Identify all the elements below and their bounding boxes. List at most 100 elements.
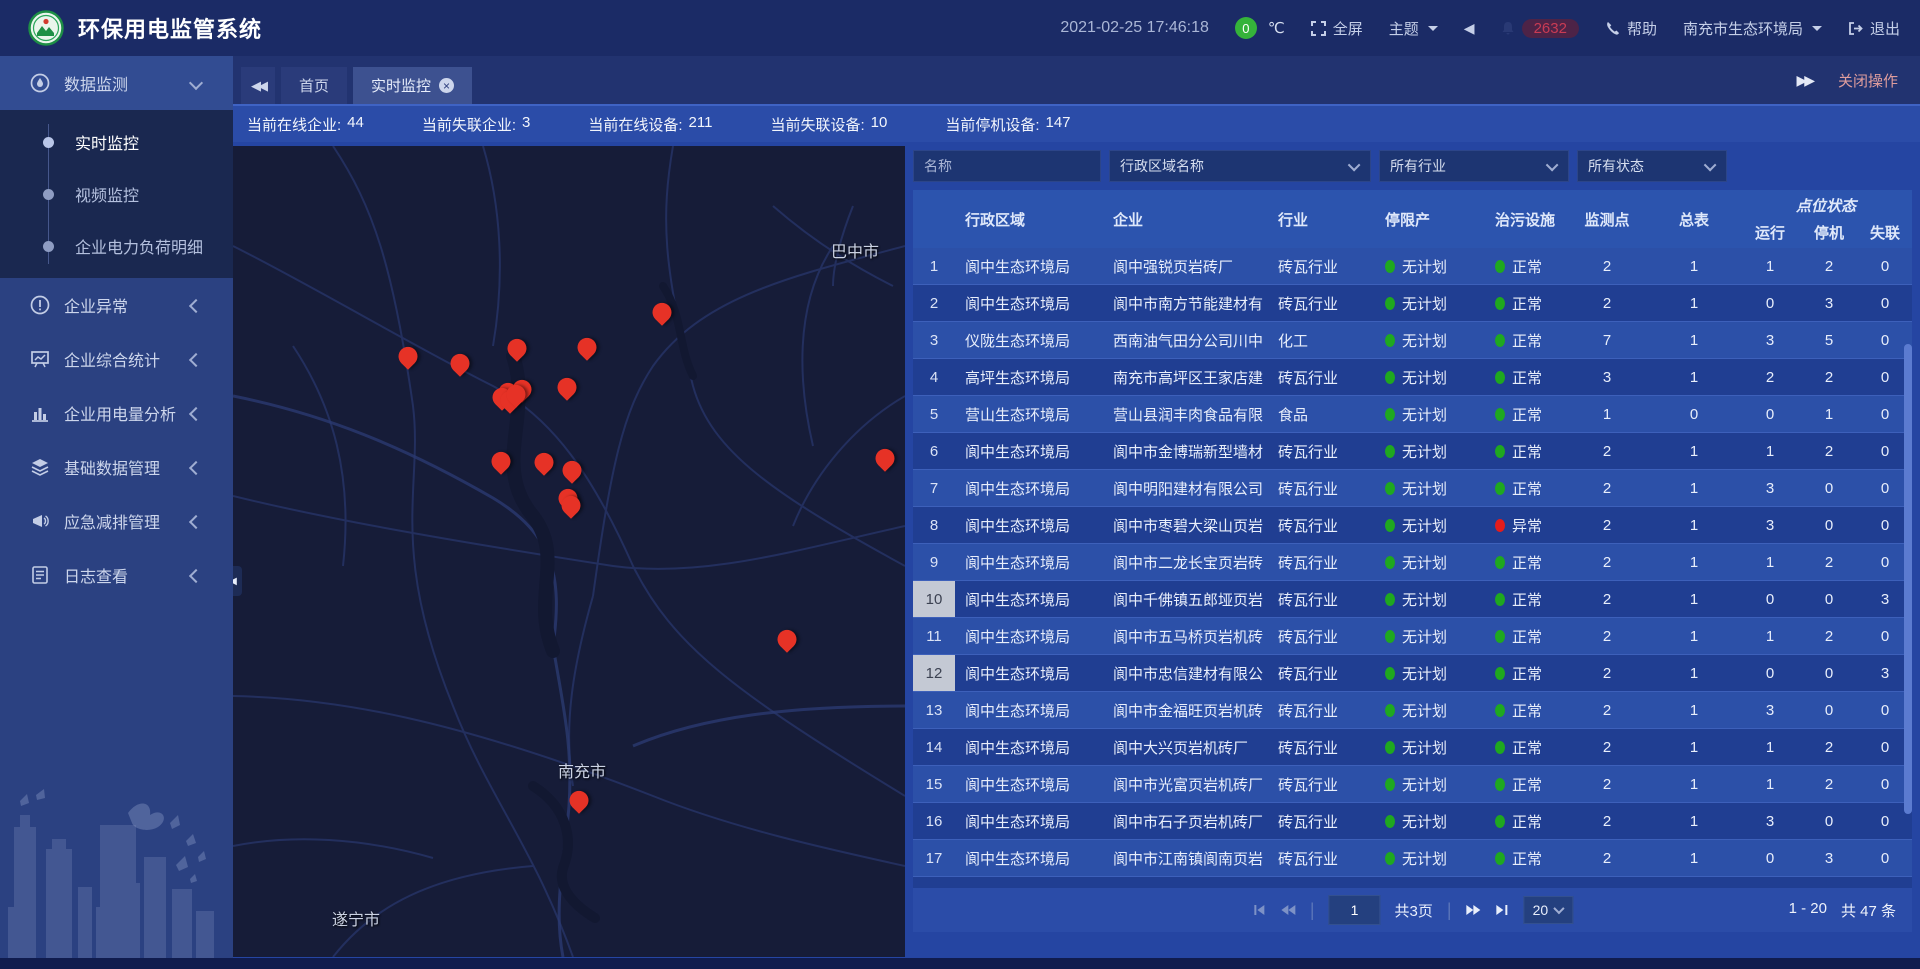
help-button[interactable]: 帮助 bbox=[1605, 18, 1657, 39]
table-row[interactable]: 12 阆中生态环境局 阆中市忠信建材有限公 砖瓦行业 无计划 正常 2 bbox=[913, 655, 1912, 692]
table-row[interactable]: 14 阆中生态环境局 阆中大兴页岩机砖厂 砖瓦行业 无计划 正常 2 bbox=[913, 729, 1912, 766]
table-row[interactable]: 9 阆中生态环境局 阆中市二龙长宝页岩砖 砖瓦行业 无计划 正常 2 bbox=[913, 544, 1912, 581]
page-number-input[interactable] bbox=[1329, 895, 1381, 925]
row-halt: 2 bbox=[1801, 618, 1857, 654]
row-company: 阆中市五马桥页岩机砖 bbox=[1103, 618, 1268, 654]
row-industry: 砖瓦行业 bbox=[1268, 840, 1375, 876]
row-facility: 异常 bbox=[1485, 507, 1565, 543]
temperature-unit: ℃ bbox=[1268, 19, 1285, 37]
table-row[interactable]: 3 仪陇生态环境局 西南油气田分公司川中 化工 无计划 正常 7 bbox=[913, 322, 1912, 359]
sidebar-item-power-load-detail[interactable]: 企业电力负荷明细 bbox=[0, 220, 233, 272]
org-dropdown[interactable]: 南充市生态环境局 bbox=[1683, 18, 1822, 39]
row-plan: 无计划 bbox=[1375, 433, 1485, 469]
notifications[interactable]: 2632 bbox=[1501, 19, 1579, 38]
row-points: 2 bbox=[1565, 692, 1649, 728]
mute-button[interactable] bbox=[1464, 20, 1475, 37]
row-meters: 0 bbox=[1649, 877, 1739, 888]
close-tab-icon[interactable] bbox=[439, 78, 454, 93]
page-size-select[interactable]: 20 bbox=[1524, 896, 1574, 924]
temperature-badge: 0 bbox=[1235, 17, 1257, 39]
industry-filter-select[interactable]: 所有行业 bbox=[1379, 150, 1569, 182]
next-page-button[interactable] bbox=[1466, 904, 1482, 916]
tab-realtime-monitor[interactable]: 实时监控 bbox=[353, 67, 472, 104]
col-halt: 停机 bbox=[1801, 222, 1857, 243]
last-page-button[interactable] bbox=[1496, 904, 1510, 916]
facility-status-dot bbox=[1495, 408, 1505, 421]
fullscreen-button[interactable]: 全屏 bbox=[1311, 18, 1363, 39]
sidebar-item-power-analysis[interactable]: 企业用电量分析 bbox=[0, 386, 233, 440]
tabs-scroll-right-button[interactable]: ▶▶ bbox=[1796, 72, 1812, 89]
table-row[interactable]: 1 阆中生态环境局 阆中强锐页岩砖厂 砖瓦行业 无计划 正常 2 bbox=[913, 248, 1912, 285]
table-row[interactable]: 10 阆中生态环境局 阆中千佛镇五郎垭页岩 砖瓦行业 无计划 正常 2 bbox=[913, 581, 1912, 618]
row-company: 阆中市石子页岩机砖厂 bbox=[1103, 803, 1268, 839]
row-plan: 无计划 bbox=[1375, 655, 1485, 691]
row-points: 2 bbox=[1565, 618, 1649, 654]
plan-status-dot bbox=[1385, 667, 1395, 680]
table-row[interactable]: 2 阆中生态环境局 阆中市南方节能建材有 砖瓦行业 无计划 正常 2 bbox=[913, 285, 1912, 322]
theme-dropdown[interactable]: 主题 bbox=[1389, 18, 1438, 39]
row-meters: 1 bbox=[1649, 507, 1739, 543]
table-row[interactable]: 4 高坪生态环境局 南充市高坪区王家店建 砖瓦行业 无计划 正常 3 bbox=[913, 359, 1912, 396]
row-run: 1 bbox=[1739, 766, 1801, 802]
tabs-scroll-left-button[interactable]: ◀◀ bbox=[241, 67, 275, 104]
sidebar-item-data-monitoring[interactable]: 数据监测 bbox=[0, 56, 233, 110]
total-count-label: 共 47 条 bbox=[1841, 900, 1896, 921]
status-filter-select[interactable]: 所有状态 bbox=[1577, 150, 1727, 182]
row-plan: 无计划 bbox=[1375, 729, 1485, 765]
sidebar-item-base-data[interactable]: 基础数据管理 bbox=[0, 440, 233, 494]
col-run: 运行 bbox=[1739, 222, 1801, 243]
col-lost: 失联 bbox=[1857, 222, 1913, 243]
prev-page-button[interactable] bbox=[1280, 904, 1296, 916]
table-row[interactable]: 18 南部生态环境局 南部县双华水泥有限公 建材加工 无计划 正常 6 bbox=[913, 877, 1912, 888]
sidebar-item-log-view[interactable]: 日志查看 bbox=[0, 548, 233, 602]
sidebar-item-enterprise-anomaly[interactable]: 企业异常 bbox=[0, 278, 233, 332]
table-row[interactable]: 6 阆中生态环境局 阆中市金博瑞新型墙材 砖瓦行业 无计划 正常 2 bbox=[913, 433, 1912, 470]
row-halt: 3 bbox=[1801, 840, 1857, 876]
row-halt: 0 bbox=[1801, 803, 1857, 839]
facility-status-dot bbox=[1495, 260, 1505, 273]
tab-home[interactable]: 首页 bbox=[281, 67, 347, 104]
row-facility: 正常 bbox=[1485, 322, 1565, 358]
close-operations-button[interactable]: 关闭操作 bbox=[1838, 70, 1898, 91]
name-filter-input[interactable] bbox=[913, 150, 1101, 182]
row-industry: 砖瓦行业 bbox=[1268, 507, 1375, 543]
row-halt: 2 bbox=[1801, 766, 1857, 802]
chevron-left-icon bbox=[189, 569, 203, 583]
table-row[interactable]: 13 阆中生态环境局 阆中市金福旺页岩机砖 砖瓦行业 无计划 正常 2 bbox=[913, 692, 1912, 729]
table-row[interactable]: 16 阆中生态环境局 阆中市石子页岩机砖厂 砖瓦行业 无计划 正常 2 bbox=[913, 803, 1912, 840]
table-row[interactable]: 11 阆中生态环境局 阆中市五马桥页岩机砖 砖瓦行业 无计划 正常 2 bbox=[913, 618, 1912, 655]
table-row[interactable]: 5 营山生态环境局 营山县润丰肉食品有限 食品 无计划 正常 1 bbox=[913, 396, 1912, 433]
col-meters: 总表 bbox=[1649, 209, 1739, 230]
table-row[interactable]: 17 阆中生态环境局 阆中市江南镇阆南页岩 砖瓦行业 无计划 正常 2 bbox=[913, 840, 1912, 877]
table-row[interactable]: 7 阆中生态环境局 阆中明阳建材有限公司 砖瓦行业 无计划 正常 2 bbox=[913, 470, 1912, 507]
row-index: 13 bbox=[913, 692, 955, 728]
row-index: 2 bbox=[913, 285, 955, 321]
row-industry: 砖瓦行业 bbox=[1268, 285, 1375, 321]
row-plan: 无计划 bbox=[1375, 840, 1485, 876]
facility-status-dot bbox=[1495, 482, 1505, 495]
plan-status-dot bbox=[1385, 260, 1395, 273]
row-meters: 0 bbox=[1649, 396, 1739, 432]
collapse-sidebar-button[interactable]: ◀ bbox=[233, 566, 242, 596]
megaphone-icon bbox=[30, 511, 50, 531]
sidebar-item-enterprise-statistics[interactable]: 企业综合统计 bbox=[0, 332, 233, 386]
first-page-button[interactable] bbox=[1252, 904, 1266, 916]
table-row[interactable]: 8 阆中生态环境局 阆中市枣碧大梁山页岩 砖瓦行业 无计划 异常 2 bbox=[913, 507, 1912, 544]
row-halt: 5 bbox=[1801, 322, 1857, 358]
map-panel[interactable]: 巴中市南充市遂宁市 ◀ bbox=[233, 146, 905, 957]
sidebar-submenu: 实时监控 视频监控 企业电力负荷明细 bbox=[0, 110, 233, 278]
facility-status-dot bbox=[1495, 630, 1505, 643]
chevron-left-icon bbox=[189, 353, 203, 367]
logout-button[interactable]: 退出 bbox=[1848, 18, 1900, 39]
sidebar-item-emergency-reduction[interactable]: 应急减排管理 bbox=[0, 494, 233, 548]
row-company: 阆中大兴页岩机砖厂 bbox=[1103, 729, 1268, 765]
sidebar-item-realtime-monitor[interactable]: 实时监控 bbox=[0, 116, 233, 168]
stat-item: 当前失联企业: 3 bbox=[422, 114, 531, 135]
sidebar-item-video-monitor[interactable]: 视频监控 bbox=[0, 168, 233, 220]
row-region: 营山生态环境局 bbox=[955, 396, 1103, 432]
table-scrollbar[interactable] bbox=[1904, 344, 1912, 814]
region-filter-select[interactable]: 行政区域名称 bbox=[1109, 150, 1371, 182]
row-halt: 0 bbox=[1801, 507, 1857, 543]
row-company: 西南油气田分公司川中 bbox=[1103, 322, 1268, 358]
table-row[interactable]: 15 阆中生态环境局 阆中市光富页岩机砖厂 砖瓦行业 无计划 正常 2 bbox=[913, 766, 1912, 803]
